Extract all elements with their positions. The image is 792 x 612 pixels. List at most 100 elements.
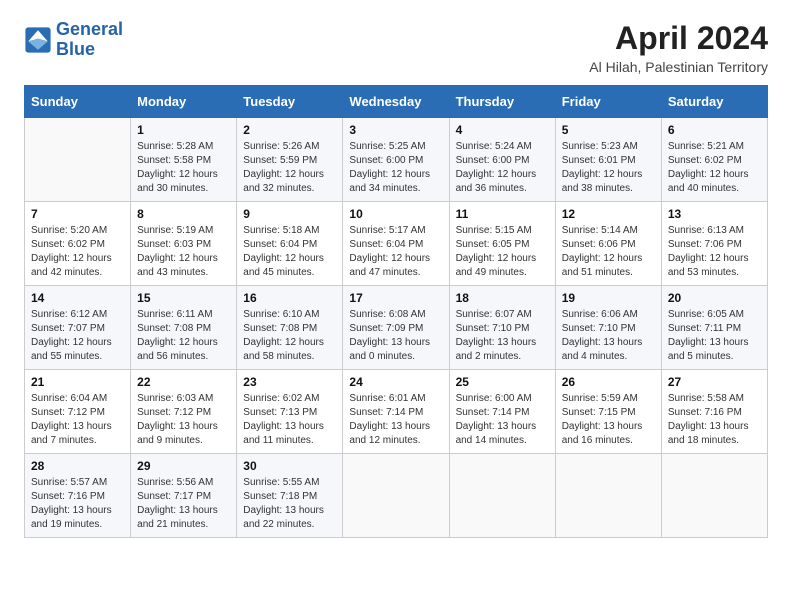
cell-content: Sunrise: 6:01 AM Sunset: 7:14 PM Dayligh… bbox=[349, 392, 442, 448]
week-row-2: 7 Sunrise: 5:20 AM Sunset: 6:02 PM Daylig… bbox=[25, 202, 768, 286]
calendar-cell: 26 Sunrise: 5:59 AM Sunset: 7:15 PM Dayli… bbox=[555, 370, 661, 454]
day-number: 8 bbox=[137, 207, 230, 221]
calendar-cell: 30 Sunrise: 5:55 AM Sunset: 7:18 PM Dayli… bbox=[237, 454, 343, 538]
header-cell-wednesday: Wednesday bbox=[343, 86, 449, 118]
header-cell-monday: Monday bbox=[131, 86, 237, 118]
day-number: 1 bbox=[137, 123, 230, 137]
cell-content: Sunrise: 6:07 AM Sunset: 7:10 PM Dayligh… bbox=[456, 308, 549, 364]
calendar-cell: 14Sunrise: 6:12 AM Sunset: 7:07 PM Dayli… bbox=[25, 286, 131, 370]
day-number: 29 bbox=[137, 459, 230, 473]
calendar-cell: 15 Sunrise: 6:11 AM Sunset: 7:08 PM Dayli… bbox=[131, 286, 237, 370]
day-number: 27 bbox=[668, 375, 761, 389]
header-cell-tuesday: Tuesday bbox=[237, 86, 343, 118]
calendar-cell: 22 Sunrise: 6:03 AM Sunset: 7:12 PM Dayli… bbox=[131, 370, 237, 454]
day-number: 24 bbox=[349, 375, 442, 389]
cell-content: Sunrise: 5:20 AM Sunset: 6:02 PM Dayligh… bbox=[31, 224, 124, 280]
header-cell-friday: Friday bbox=[555, 86, 661, 118]
calendar-cell: 18 Sunrise: 6:07 AM Sunset: 7:10 PM Dayli… bbox=[449, 286, 555, 370]
header-cell-sunday: Sunday bbox=[25, 86, 131, 118]
day-number: 18 bbox=[456, 291, 549, 305]
month-title: April 2024 bbox=[589, 20, 768, 57]
cell-content: Sunrise: 5:14 AM Sunset: 6:06 PM Dayligh… bbox=[562, 224, 655, 280]
calendar-cell: 27 Sunrise: 5:58 AM Sunset: 7:16 PM Dayli… bbox=[661, 370, 767, 454]
calendar-cell: 6 Sunrise: 5:21 AM Sunset: 6:02 PM Daylig… bbox=[661, 118, 767, 202]
day-number: 23 bbox=[243, 375, 336, 389]
day-number: 16 bbox=[243, 291, 336, 305]
calendar-cell bbox=[25, 118, 131, 202]
day-number: 14 bbox=[31, 291, 124, 305]
calendar-cell: 20 Sunrise: 6:05 AM Sunset: 7:11 PM Dayli… bbox=[661, 286, 767, 370]
day-number: 25 bbox=[456, 375, 549, 389]
cell-content: Sunrise: 6:11 AM Sunset: 7:08 PM Dayligh… bbox=[137, 308, 230, 364]
cell-content: Sunrise: 5:24 AM Sunset: 6:00 PM Dayligh… bbox=[456, 140, 549, 196]
cell-content: Sunrise: 6:03 AM Sunset: 7:12 PM Dayligh… bbox=[137, 392, 230, 448]
calendar-cell: 21 Sunrise: 6:04 AM Sunset: 7:12 PM Dayli… bbox=[25, 370, 131, 454]
calendar-cell bbox=[555, 454, 661, 538]
header-cell-thursday: Thursday bbox=[449, 86, 555, 118]
calendar-table: SundayMondayTuesdayWednesdayThursdayFrid… bbox=[24, 85, 768, 538]
week-row-1: 1 Sunrise: 5:28 AM Sunset: 5:58 PM Daylig… bbox=[25, 118, 768, 202]
title-block: April 2024 Al Hilah, Palestinian Territo… bbox=[589, 20, 768, 75]
day-number: 5 bbox=[562, 123, 655, 137]
cell-content: Sunrise: 5:19 AM Sunset: 6:03 PM Dayligh… bbox=[137, 224, 230, 280]
cell-content: Sunrise: 5:57 AM Sunset: 7:16 PM Dayligh… bbox=[31, 476, 124, 532]
calendar-cell: 7 Sunrise: 5:20 AM Sunset: 6:02 PM Daylig… bbox=[25, 202, 131, 286]
day-number: 2 bbox=[243, 123, 336, 137]
calendar-cell bbox=[661, 454, 767, 538]
calendar-cell: 8 Sunrise: 5:19 AM Sunset: 6:03 PM Daylig… bbox=[131, 202, 237, 286]
calendar-cell: 23 Sunrise: 6:02 AM Sunset: 7:13 PM Dayli… bbox=[237, 370, 343, 454]
location-title: Al Hilah, Palestinian Territory bbox=[589, 59, 768, 75]
logo: General Blue bbox=[24, 20, 123, 60]
calendar-cell: 16 Sunrise: 6:10 AM Sunset: 7:08 PM Dayli… bbox=[237, 286, 343, 370]
day-number: 7 bbox=[31, 207, 124, 221]
week-row-4: 21 Sunrise: 6:04 AM Sunset: 7:12 PM Dayli… bbox=[25, 370, 768, 454]
cell-content: Sunrise: 6:05 AM Sunset: 7:11 PM Dayligh… bbox=[668, 308, 761, 364]
day-number: 3 bbox=[349, 123, 442, 137]
day-number: 20 bbox=[668, 291, 761, 305]
week-row-3: 14Sunrise: 6:12 AM Sunset: 7:07 PM Dayli… bbox=[25, 286, 768, 370]
calendar-cell: 1 Sunrise: 5:28 AM Sunset: 5:58 PM Daylig… bbox=[131, 118, 237, 202]
cell-content: Sunrise: 5:55 AM Sunset: 7:18 PM Dayligh… bbox=[243, 476, 336, 532]
day-number: 9 bbox=[243, 207, 336, 221]
page-header: General Blue April 2024 Al Hilah, Palest… bbox=[24, 20, 768, 75]
week-row-5: 28 Sunrise: 5:57 AM Sunset: 7:16 PM Dayli… bbox=[25, 454, 768, 538]
day-number: 13 bbox=[668, 207, 761, 221]
cell-content: Sunrise: 5:18 AM Sunset: 6:04 PM Dayligh… bbox=[243, 224, 336, 280]
cell-content: Sunrise: 6:13 AM Sunset: 7:06 PM Dayligh… bbox=[668, 224, 761, 280]
day-number: 21 bbox=[31, 375, 124, 389]
calendar-cell: 3 Sunrise: 5:25 AM Sunset: 6:00 PM Daylig… bbox=[343, 118, 449, 202]
calendar-cell: 12Sunrise: 5:14 AM Sunset: 6:06 PM Dayli… bbox=[555, 202, 661, 286]
day-number: 30 bbox=[243, 459, 336, 473]
day-number: 15 bbox=[137, 291, 230, 305]
day-number: 19 bbox=[562, 291, 655, 305]
cell-content: Sunrise: 6:00 AM Sunset: 7:14 PM Dayligh… bbox=[456, 392, 549, 448]
cell-content: Sunrise: 6:08 AM Sunset: 7:09 PM Dayligh… bbox=[349, 308, 442, 364]
calendar-cell: 4 Sunrise: 5:24 AM Sunset: 6:00 PM Daylig… bbox=[449, 118, 555, 202]
calendar-cell: 5Sunrise: 5:23 AM Sunset: 6:01 PM Daylig… bbox=[555, 118, 661, 202]
calendar-body: 1 Sunrise: 5:28 AM Sunset: 5:58 PM Daylig… bbox=[25, 118, 768, 538]
cell-content: Sunrise: 5:59 AM Sunset: 7:15 PM Dayligh… bbox=[562, 392, 655, 448]
calendar-cell: 13 Sunrise: 6:13 AM Sunset: 7:06 PM Dayli… bbox=[661, 202, 767, 286]
cell-content: Sunrise: 5:28 AM Sunset: 5:58 PM Dayligh… bbox=[137, 140, 230, 196]
day-number: 10 bbox=[349, 207, 442, 221]
day-number: 6 bbox=[668, 123, 761, 137]
cell-content: Sunrise: 5:21 AM Sunset: 6:02 PM Dayligh… bbox=[668, 140, 761, 196]
cell-content: Sunrise: 5:25 AM Sunset: 6:00 PM Dayligh… bbox=[349, 140, 442, 196]
calendar-cell: 17Sunrise: 6:08 AM Sunset: 7:09 PM Dayli… bbox=[343, 286, 449, 370]
cell-content: Sunrise: 6:10 AM Sunset: 7:08 PM Dayligh… bbox=[243, 308, 336, 364]
day-number: 4 bbox=[456, 123, 549, 137]
cell-content: Sunrise: 5:58 AM Sunset: 7:16 PM Dayligh… bbox=[668, 392, 761, 448]
day-number: 11 bbox=[456, 207, 549, 221]
day-number: 28 bbox=[31, 459, 124, 473]
day-number: 26 bbox=[562, 375, 655, 389]
calendar-cell: 29Sunrise: 5:56 AM Sunset: 7:17 PM Dayli… bbox=[131, 454, 237, 538]
day-number: 22 bbox=[137, 375, 230, 389]
cell-content: Sunrise: 5:26 AM Sunset: 5:59 PM Dayligh… bbox=[243, 140, 336, 196]
logo-text: General Blue bbox=[56, 20, 123, 60]
calendar-cell: 10 Sunrise: 5:17 AM Sunset: 6:04 PM Dayli… bbox=[343, 202, 449, 286]
cell-content: Sunrise: 5:17 AM Sunset: 6:04 PM Dayligh… bbox=[349, 224, 442, 280]
calendar-header: SundayMondayTuesdayWednesdayThursdayFrid… bbox=[25, 86, 768, 118]
cell-content: Sunrise: 6:02 AM Sunset: 7:13 PM Dayligh… bbox=[243, 392, 336, 448]
logo-icon bbox=[24, 26, 52, 54]
cell-content: Sunrise: 6:04 AM Sunset: 7:12 PM Dayligh… bbox=[31, 392, 124, 448]
